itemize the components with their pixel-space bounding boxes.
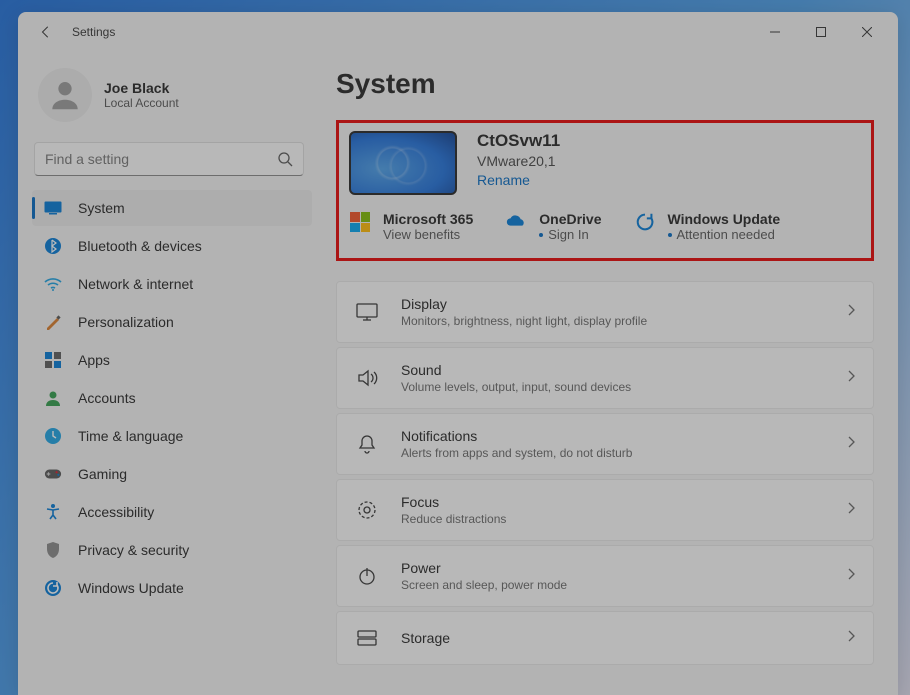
sidebar-item-system[interactable]: System xyxy=(32,190,312,226)
sidebar-item-time[interactable]: Time & language xyxy=(32,418,312,454)
back-button[interactable] xyxy=(32,18,60,46)
chevron-right-icon xyxy=(847,435,855,453)
setting-item-power[interactable]: PowerScreen and sleep, power mode xyxy=(336,545,874,607)
highlighted-region: CtOSvw11 VMware20,1 Rename Microsoft 365… xyxy=(336,120,874,261)
network-icon xyxy=(44,275,62,293)
minimize-button[interactable] xyxy=(752,16,798,48)
sidebar-item-label: Gaming xyxy=(78,466,127,482)
accounts-icon xyxy=(44,389,62,407)
sidebar-item-label: Network & internet xyxy=(78,276,193,292)
sidebar-item-privacy[interactable]: Privacy & security xyxy=(32,532,312,568)
sidebar-item-network[interactable]: Network & internet xyxy=(32,266,312,302)
update-icon xyxy=(634,211,656,233)
device-name: CtOSvw11 xyxy=(477,131,560,151)
device-model: VMware20,1 xyxy=(477,153,560,169)
update-icon xyxy=(44,579,62,597)
gaming-icon xyxy=(44,465,62,483)
chevron-right-icon xyxy=(847,567,855,585)
storage-icon xyxy=(355,626,379,650)
service-windows-update[interactable]: Windows Update Attention needed xyxy=(634,211,781,242)
profile-block[interactable]: Joe Black Local Account xyxy=(32,60,312,140)
setting-item-display[interactable]: DisplayMonitors, brightness, night light… xyxy=(336,281,874,343)
content-area: System CtOSvw11 VMware20,1 Rename xyxy=(318,52,898,695)
sidebar-item-bluetooth[interactable]: Bluetooth & devices xyxy=(32,228,312,264)
chevron-right-icon xyxy=(847,369,855,387)
maximize-button[interactable] xyxy=(798,16,844,48)
setting-item-sound[interactable]: SoundVolume levels, output, input, sound… xyxy=(336,347,874,409)
account-type: Local Account xyxy=(104,96,179,110)
nav-list: System Bluetooth & devices Network & inter… xyxy=(32,190,312,606)
sidebar-item-update[interactable]: Windows Update xyxy=(32,570,312,606)
titlebar: Settings xyxy=(18,12,898,52)
sidebar-item-label: Accounts xyxy=(78,390,136,406)
window-title: Settings xyxy=(72,25,115,39)
sidebar-item-label: Time & language xyxy=(78,428,183,444)
device-thumbnail[interactable] xyxy=(349,131,457,195)
bluetooth-icon xyxy=(44,237,62,255)
sound-icon xyxy=(355,366,379,390)
onedrive-icon xyxy=(505,211,527,233)
sidebar-item-personalization[interactable]: Personalization xyxy=(32,304,312,340)
system-icon xyxy=(44,199,62,217)
notifications-icon xyxy=(355,432,379,456)
sidebar-item-label: Personalization xyxy=(78,314,174,330)
focus-icon xyxy=(355,498,379,522)
sidebar-item-apps[interactable]: Apps xyxy=(32,342,312,378)
chevron-right-icon xyxy=(847,303,855,321)
service-onedrive[interactable]: OneDrive Sign In xyxy=(505,211,601,242)
personalization-icon xyxy=(44,313,62,331)
user-name: Joe Black xyxy=(104,80,179,96)
service-ms365[interactable]: Microsoft 365 View benefits xyxy=(349,211,473,242)
close-button[interactable] xyxy=(844,16,890,48)
privacy-icon xyxy=(44,541,62,559)
ms365-icon xyxy=(349,211,371,233)
sidebar-item-accounts[interactable]: Accounts xyxy=(32,380,312,416)
setting-item-notifications[interactable]: NotificationsAlerts from apps and system… xyxy=(336,413,874,475)
search-icon xyxy=(277,151,293,167)
search-box[interactable] xyxy=(34,142,304,176)
accessibility-icon xyxy=(44,503,62,521)
apps-icon xyxy=(44,351,62,369)
settings-list: DisplayMonitors, brightness, night light… xyxy=(336,281,874,665)
sidebar-item-label: Bluetooth & devices xyxy=(78,238,202,254)
chevron-right-icon xyxy=(847,501,855,519)
sidebar-item-gaming[interactable]: Gaming xyxy=(32,456,312,492)
sidebar-item-label: Privacy & security xyxy=(78,542,189,558)
power-icon xyxy=(355,564,379,588)
avatar xyxy=(38,68,92,122)
sidebar: Joe Black Local Account System Bluetooth … xyxy=(18,52,318,695)
page-title: System xyxy=(336,68,874,100)
setting-item-storage[interactable]: Storage xyxy=(336,611,874,665)
display-icon xyxy=(355,300,379,324)
chevron-right-icon xyxy=(847,629,855,647)
sidebar-item-label: Apps xyxy=(78,352,110,368)
rename-link[interactable]: Rename xyxy=(477,172,560,188)
sidebar-item-accessibility[interactable]: Accessibility xyxy=(32,494,312,530)
sidebar-item-label: Accessibility xyxy=(78,504,154,520)
sidebar-item-label: System xyxy=(78,200,125,216)
setting-item-focus[interactable]: FocusReduce distractions xyxy=(336,479,874,541)
sidebar-item-label: Windows Update xyxy=(78,580,184,596)
search-input[interactable] xyxy=(45,151,277,167)
settings-window: Settings Joe Black Local Account Syste xyxy=(18,12,898,695)
time-icon xyxy=(44,427,62,445)
